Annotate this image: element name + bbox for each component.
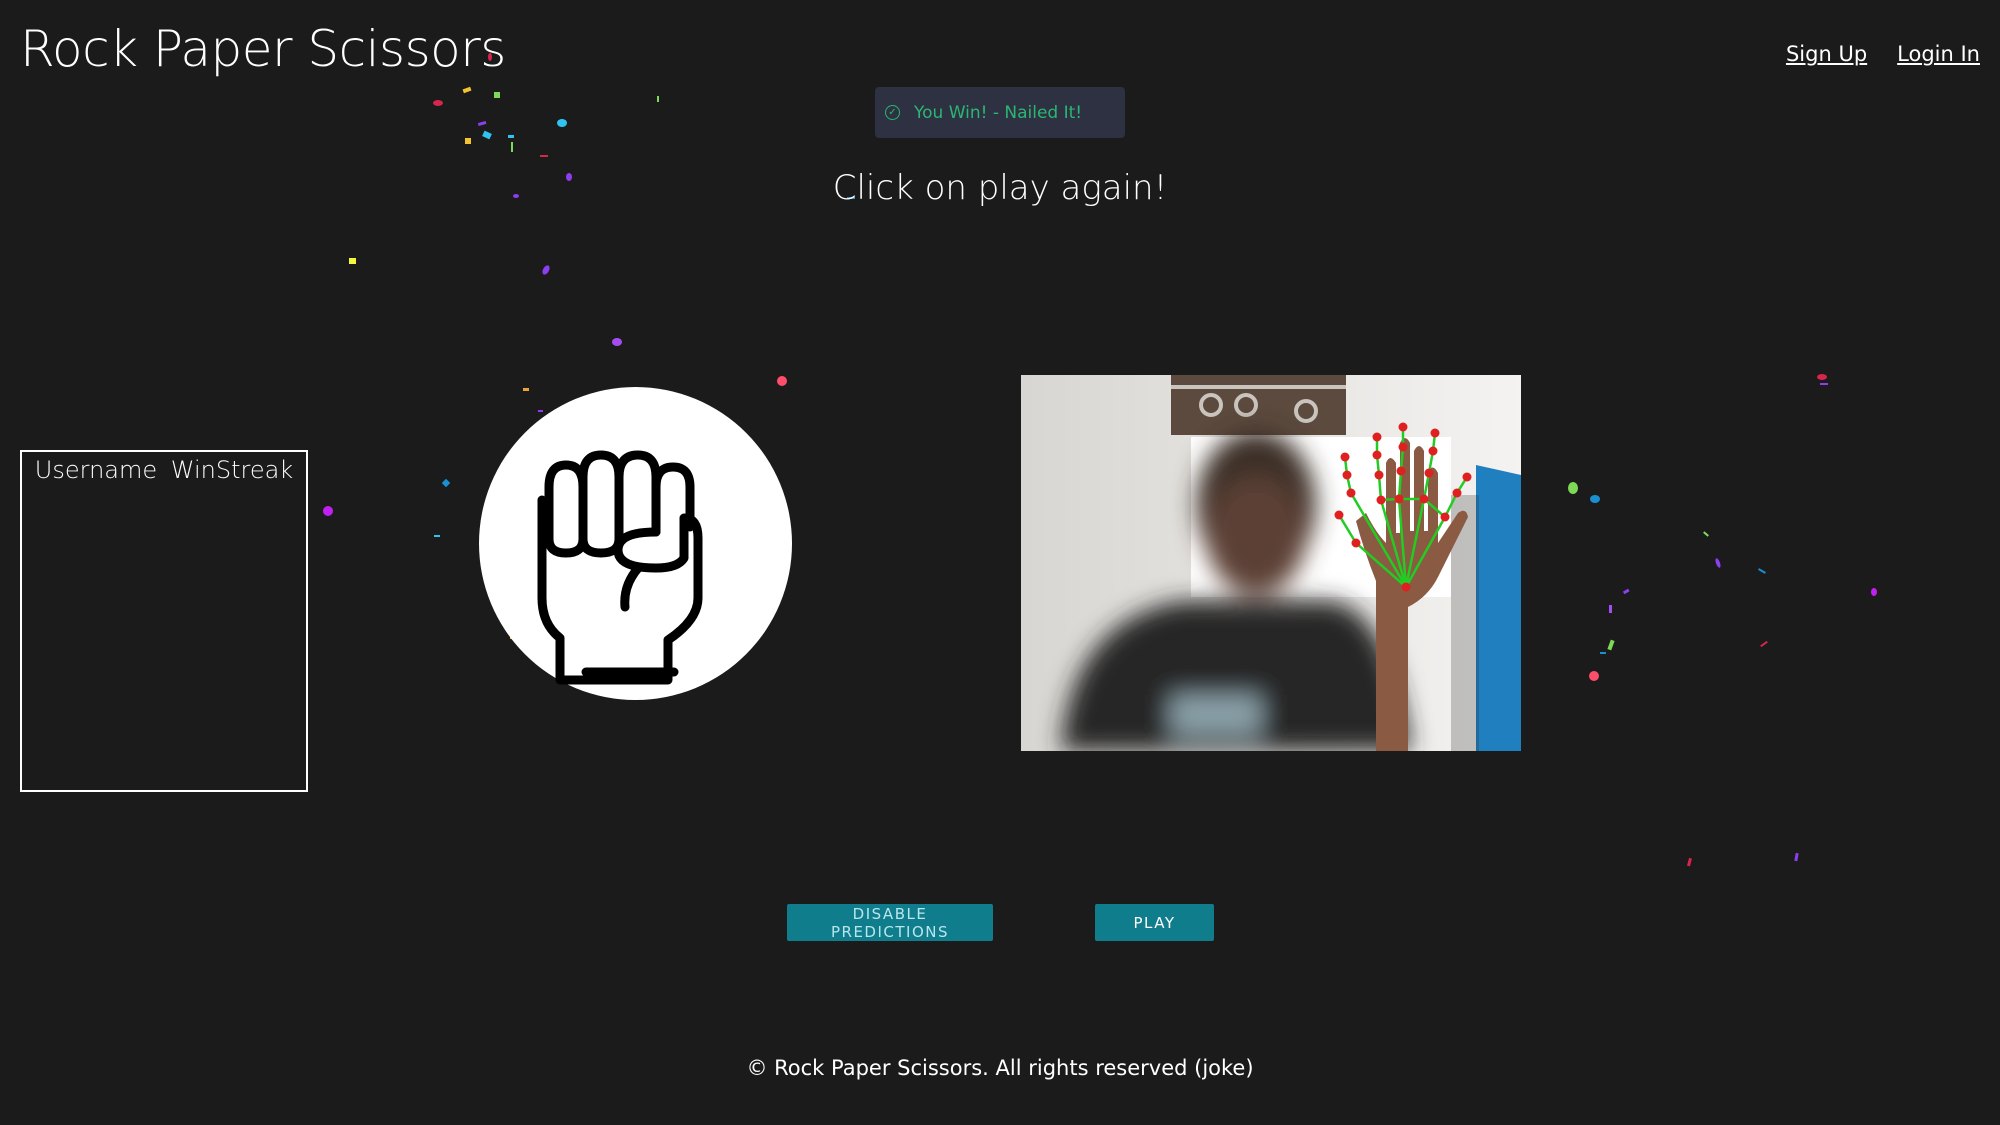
disable-predictions-button[interactable]: DISABLE PREDICTIONS — [787, 904, 993, 941]
footer: © Rock Paper Scissors. All rights reserv… — [0, 1056, 2000, 1080]
login-link[interactable]: Login In — [1897, 42, 1980, 66]
computer-move-display — [479, 387, 792, 700]
leaderboard-column-username: Username — [34, 456, 158, 484]
check-circle-icon: ✓ — [885, 105, 900, 120]
webcam-feed — [1021, 375, 1521, 751]
toast-message: You Win! - Nailed It! — [914, 102, 1083, 123]
webcam-image — [1021, 375, 1521, 751]
leaderboard-panel: Username WinStreak — [20, 450, 308, 792]
game-status-text: Click on play again! — [832, 168, 1168, 208]
win-toast: ✓ You Win! - Nailed It! — [875, 87, 1125, 138]
footer-copyright: © Rock Paper Scissors. All rights reserv… — [746, 1056, 1254, 1080]
leaderboard-column-winstreak: WinStreak — [170, 456, 294, 484]
top-nav: Sign Up Login In — [1786, 42, 1980, 66]
sign-up-link[interactable]: Sign Up — [1786, 42, 1867, 66]
play-button[interactable]: PLAY — [1095, 904, 1214, 941]
app-title: Rock Paper Scissors — [20, 20, 506, 78]
rock-fist-icon — [537, 450, 703, 685]
leaderboard-header: Username WinStreak — [22, 452, 306, 484]
